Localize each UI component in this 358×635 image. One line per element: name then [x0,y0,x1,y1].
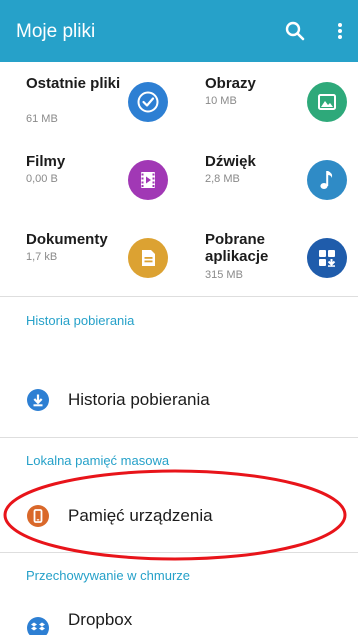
section-header-local-storage: Lokalna pamięć masowa [26,453,170,468]
phone-icon [26,504,50,528]
section-header-cloud: Przechowywanie w chmurze [26,568,191,583]
app-bar: Moje pliki [0,0,358,62]
divider [0,296,358,297]
download-history-item[interactable]: Historia pobierania [0,372,358,428]
divider [0,437,358,438]
category-label: Dźwięk [205,153,256,170]
category-label: Dokumenty [26,231,108,248]
category-size: 2,8 MB [205,173,240,185]
dropbox-item[interactable]: Dropbox [0,600,358,635]
category-label: Ostatnie pliki [26,75,121,92]
apps-download-icon [307,238,347,278]
dropbox-icon [26,616,50,635]
category-size: 0,00 B [26,173,58,185]
device-storage-label: Pamięć urządzenia [68,506,213,525]
device-storage-item[interactable]: Pamięć urządzenia [0,488,358,544]
category-label: Pobrane aplikacje [205,231,269,265]
category-grid: Ostatnie pliki 61 MB Obrazy 10 MB Filmy … [0,62,358,296]
category-images[interactable]: Obrazy 10 MB [179,62,358,140]
category-label: Filmy [26,153,66,170]
category-size: 61 MB [26,113,58,125]
category-recent-files[interactable]: Ostatnie pliki 61 MB [0,62,179,140]
search-icon[interactable] [281,17,309,45]
document-icon [128,238,168,278]
category-audio[interactable]: Dźwięk 2,8 MB [179,140,358,218]
category-size: 315 MB [205,269,243,281]
page-title: Moje pliki [16,21,96,42]
category-label: Obrazy [205,75,256,92]
image-icon [307,82,347,122]
download-history-label: Historia pobierania [68,390,210,409]
music-note-icon [307,160,347,200]
section-header-download-history: Historia pobierania [26,313,135,328]
download-icon [26,388,50,412]
category-size: 1,7 kB [26,251,58,263]
clock-icon [128,82,168,122]
category-videos[interactable]: Filmy 0,00 B [0,140,179,218]
video-icon [128,160,168,200]
category-downloaded-apps[interactable]: Pobrane aplikacje 315 MB [179,218,358,296]
category-size: 10 MB [205,95,237,107]
dropbox-label: Dropbox [68,610,133,629]
divider [0,552,358,553]
more-vert-icon[interactable] [330,17,350,45]
category-documents[interactable]: Dokumenty 1,7 kB [0,218,179,296]
